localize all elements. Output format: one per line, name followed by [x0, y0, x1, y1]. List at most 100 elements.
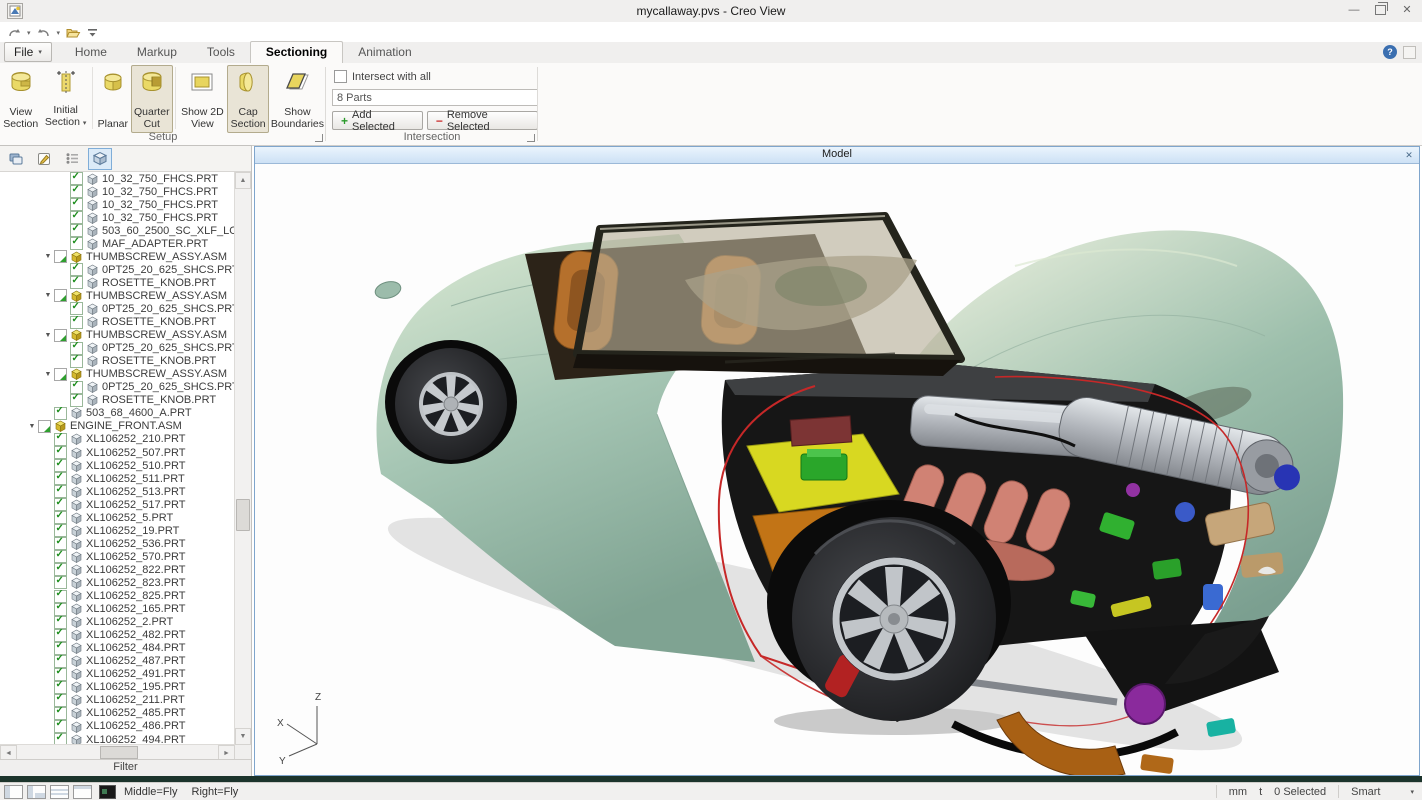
tree-item[interactable]: XL106252_487.PRT — [0, 655, 235, 668]
visibility-checkbox[interactable] — [54, 446, 67, 459]
layout-full-icon[interactable] — [73, 785, 92, 799]
annotations-icon[interactable] — [32, 148, 56, 170]
visibility-checkbox[interactable] — [70, 355, 83, 368]
visibility-checkbox[interactable] — [70, 394, 83, 407]
tree-item[interactable]: XL106252_536.PRT — [0, 537, 235, 550]
quarter-cut-button[interactable]: Quarter Cut — [131, 65, 172, 133]
close-button[interactable]: ✕ — [1400, 4, 1414, 16]
minimize-button[interactable]: — — [1347, 4, 1361, 16]
viewport-close-icon[interactable]: ✕ — [1401, 148, 1417, 163]
tree-item[interactable]: ▼ THUMBSCREW_ASSY.ASM — [0, 329, 235, 342]
parts-field[interactable] — [332, 89, 538, 106]
visibility-checkbox[interactable] — [54, 459, 67, 472]
tree-item[interactable]: XL106252_484.PRT — [0, 642, 235, 655]
scroll-right-icon[interactable]: ► — [218, 745, 235, 760]
tree-horizontal-scrollbar[interactable]: ◄ ► — [0, 744, 235, 760]
expand-arrow-icon[interactable]: ▼ — [42, 292, 54, 299]
scroll-left-icon[interactable]: ◄ — [0, 745, 17, 760]
tree-item[interactable]: ▼ THUMBSCREW_ASSY.ASM — [0, 368, 235, 381]
visibility-checkbox[interactable] — [54, 720, 67, 733]
expand-arrow-icon[interactable]: ▼ — [42, 371, 54, 378]
visibility-checkbox[interactable] — [54, 498, 67, 511]
tree-vertical-scrollbar[interactable]: ▲ ▼ — [234, 172, 251, 745]
scroll-up-icon[interactable]: ▲ — [235, 172, 251, 189]
tree-item[interactable]: XL106252_210.PRT — [0, 433, 235, 446]
undo-dropdown-icon[interactable]: ▾ — [57, 29, 61, 37]
layout-rows-icon[interactable] — [50, 785, 69, 799]
tree-item[interactable]: XL106252_513.PRT — [0, 485, 235, 498]
tree-item[interactable]: 10_32_750_FHCS.PRT — [0, 185, 235, 198]
ribbon-tab[interactable]: Animation — [343, 42, 426, 63]
scroll-thumb[interactable] — [100, 746, 138, 759]
mass-indicator[interactable]: t — [1259, 786, 1262, 798]
remove-selected-button[interactable]: − Remove Selected — [427, 111, 538, 130]
initial-section-button[interactable]: Initial Section ▾ — [41, 65, 89, 133]
add-selected-button[interactable]: + Add Selected — [332, 111, 423, 130]
tree-item[interactable]: 0PT25_20_625_SHCS.PRT — [0, 302, 235, 315]
tree-item[interactable]: ▼ ENGINE_FRONT.ASM — [0, 420, 235, 433]
visibility-checkbox[interactable] — [54, 563, 67, 576]
visibility-checkbox[interactable] — [54, 289, 67, 302]
cap-section-button[interactable]: Cap Section — [227, 65, 268, 133]
visibility-checkbox[interactable] — [54, 590, 67, 603]
visibility-checkbox[interactable] — [54, 629, 67, 642]
tree-item[interactable]: XL106252_570.PRT — [0, 550, 235, 563]
visibility-checkbox[interactable] — [70, 342, 83, 355]
help-icon[interactable]: ? — [1383, 45, 1397, 59]
visibility-checkbox[interactable] — [70, 302, 83, 315]
planar-button[interactable]: Planar — [95, 65, 131, 133]
redo-icon[interactable] — [6, 26, 22, 41]
visibility-checkbox[interactable] — [54, 250, 67, 263]
scroll-thumb[interactable] — [236, 499, 250, 531]
tree-item[interactable]: XL106252_165.PRT — [0, 603, 235, 616]
visibility-checkbox[interactable] — [54, 694, 67, 707]
visibility-checkbox[interactable] — [54, 511, 67, 524]
model-canvas[interactable]: Z X Y — [255, 164, 1419, 775]
tree-item[interactable]: XL106252_195.PRT — [0, 681, 235, 694]
tree-item[interactable]: 503_68_4600_A.PRT — [0, 407, 235, 420]
tree-item[interactable]: ROSETTE_KNOB.PRT — [0, 355, 235, 368]
tree-item[interactable]: 10_32_750_FHCS.PRT — [0, 211, 235, 224]
tree-item[interactable]: XL106252_211.PRT — [0, 694, 235, 707]
visibility-checkbox[interactable] — [54, 407, 67, 420]
ribbon-tab[interactable]: Tools — [192, 42, 250, 63]
visibility-checkbox[interactable] — [70, 381, 83, 394]
visibility-checkbox[interactable] — [70, 276, 83, 289]
views-list-icon[interactable] — [60, 148, 84, 170]
visibility-checkbox[interactable] — [54, 550, 67, 563]
visibility-checkbox[interactable] — [70, 224, 83, 237]
tree-item[interactable]: XL106252_510.PRT — [0, 459, 235, 472]
pick-mode-dropdown[interactable]: Smart ▾ — [1351, 786, 1418, 798]
open-file-icon[interactable] — [65, 26, 81, 41]
tree-item[interactable]: XL106252_823.PRT — [0, 576, 235, 589]
tree-item[interactable]: 503_60_2500_SC_XLF_LOGO.PRT — [0, 224, 235, 237]
setup-dialog-launcher-icon[interactable] — [315, 134, 323, 142]
ribbon-tab[interactable]: Sectioning — [250, 41, 343, 64]
tab-file[interactable]: File ▾ — [4, 42, 52, 62]
model-tree-icon[interactable] — [88, 148, 112, 170]
structure-view-icon[interactable] — [4, 148, 28, 170]
ribbon-tab[interactable]: Markup — [122, 42, 192, 63]
visibility-checkbox[interactable] — [70, 185, 83, 198]
visibility-checkbox[interactable] — [54, 576, 67, 589]
show-2d-view-button[interactable]: Show 2D View — [177, 65, 227, 133]
tree-item[interactable]: XL106252_517.PRT — [0, 498, 235, 511]
redo-dropdown-icon[interactable]: ▾ — [27, 29, 31, 37]
visibility-checkbox[interactable] — [70, 237, 83, 250]
visibility-checkbox[interactable] — [54, 433, 67, 446]
visibility-checkbox[interactable] — [54, 329, 67, 342]
ribbon-tab[interactable]: Home — [60, 42, 122, 63]
tree-item[interactable]: XL106252_482.PRT — [0, 629, 235, 642]
customize-toolbar-icon[interactable] — [84, 26, 100, 41]
tree-item[interactable]: XL106252_507.PRT — [0, 446, 235, 459]
visibility-checkbox[interactable] — [54, 681, 67, 694]
tree-item[interactable]: 0PT25_20_625_SHCS.PRT — [0, 263, 235, 276]
tree-item[interactable]: ▼ THUMBSCREW_ASSY.ASM — [0, 250, 235, 263]
visibility-checkbox[interactable] — [70, 263, 83, 276]
tree-item[interactable]: 10_32_750_FHCS.PRT — [0, 198, 235, 211]
tree-item[interactable]: XL106252_485.PRT — [0, 707, 235, 720]
tree-item[interactable]: ROSETTE_KNOB.PRT — [0, 276, 235, 289]
expand-arrow-icon[interactable]: ▼ — [26, 423, 38, 430]
intersect-with-all-checkbox[interactable] — [334, 70, 347, 83]
visibility-checkbox[interactable] — [38, 420, 51, 433]
